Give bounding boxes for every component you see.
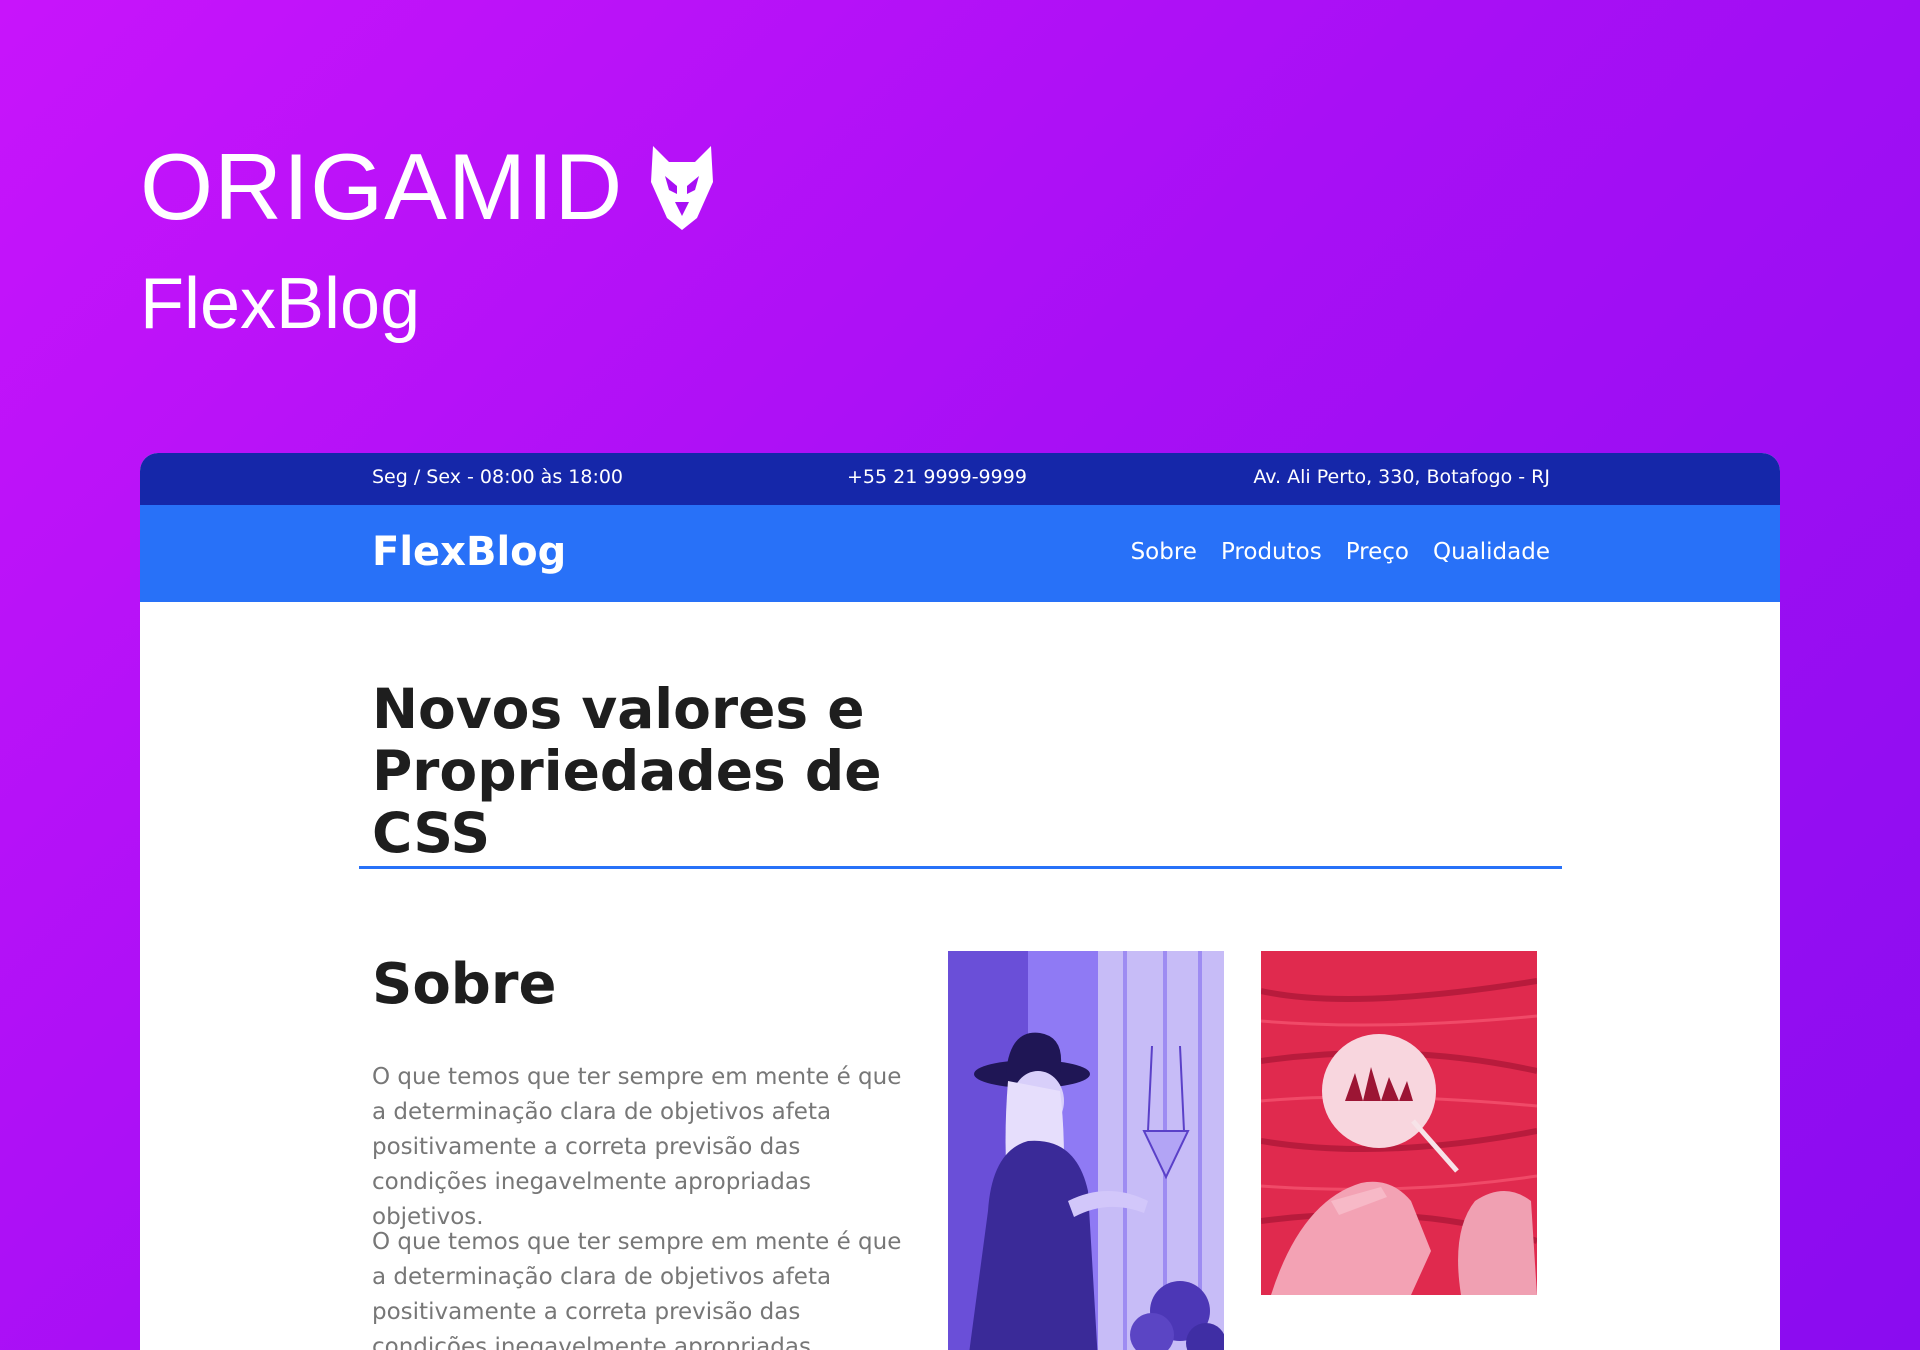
main-navbar: FlexBlog Sobre Produtos Preço Qualidade (140, 505, 1780, 602)
info-topbar: Seg / Sex - 08:00 às 18:00 +55 21 9999-9… (140, 453, 1780, 505)
nav-menu: Sobre Produtos Preço Qualidade (1131, 539, 1550, 565)
woman-with-hat-photo (948, 951, 1224, 1350)
nav-link-produtos[interactable]: Produtos (1221, 539, 1322, 565)
origamid-brand: ORIGAMID (140, 140, 717, 234)
hands-painting-photo (1261, 951, 1537, 1295)
about-paragraph-2: O que temos que ter sempre em mente é qu… (372, 1229, 902, 1350)
nav-link-preco[interactable]: Preço (1346, 539, 1409, 565)
headline-line-1: Novos valores e (372, 677, 865, 741)
page-headline: Novos valores e Propriedades de CSS (372, 678, 992, 864)
about-title: Sobre (372, 952, 557, 1017)
headline-line-2: Propriedades de CSS (372, 739, 882, 865)
section-divider (359, 866, 1562, 869)
project-title: FlexBlog (140, 264, 421, 344)
site-logo[interactable]: FlexBlog (372, 529, 566, 575)
nav-link-sobre[interactable]: Sobre (1131, 539, 1197, 565)
business-hours: Seg / Sex - 08:00 às 18:00 (372, 466, 624, 488)
brand-logo-text: ORIGAMID (140, 134, 624, 239)
nav-link-qualidade[interactable]: Qualidade (1433, 539, 1550, 565)
address: Av. Ali Perto, 330, Botafogo - RJ (1253, 466, 1550, 488)
site-preview-window: Seg / Sex - 08:00 às 18:00 +55 21 9999-9… (140, 453, 1780, 1350)
fox-head-icon (651, 146, 714, 230)
about-paragraph-1: O que temos que ter sempre em mente é qu… (372, 1064, 902, 1230)
phone-number: +55 21 9999-9999 (847, 466, 1027, 488)
